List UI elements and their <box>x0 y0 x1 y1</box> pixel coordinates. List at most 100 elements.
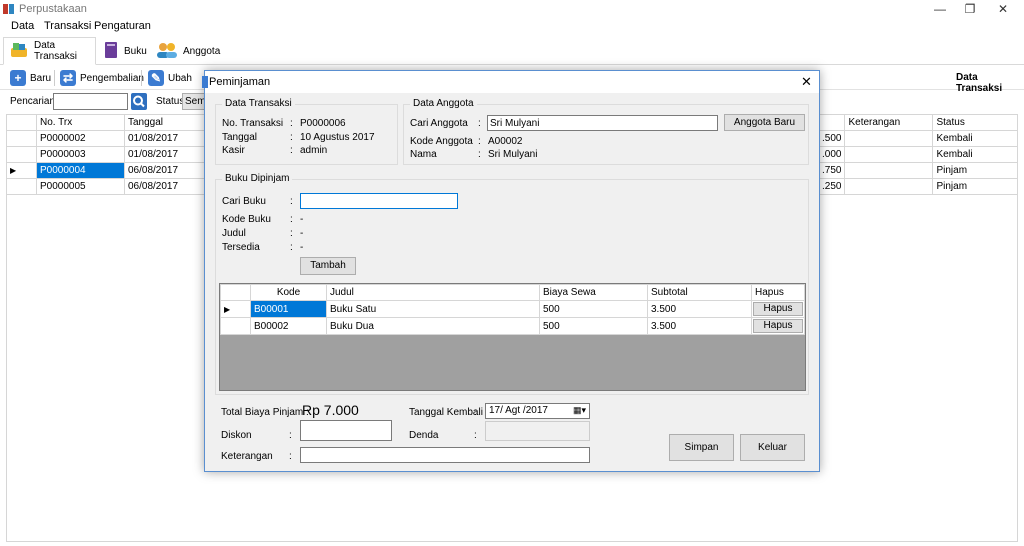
hapus-button[interactable]: Hapus <box>753 319 803 333</box>
col-no-trx[interactable]: No. Trx <box>36 114 125 131</box>
table-row[interactable]: .750 Pinjam <box>817 162 1018 179</box>
calendar-icon[interactable]: ▦▾ <box>573 405 586 416</box>
return-icon: ⇄ <box>60 70 76 86</box>
table-row[interactable]: B00002 Buku Dua 500 3.500 Hapus <box>220 317 805 335</box>
search-icon[interactable] <box>131 93 147 110</box>
keluar-button[interactable]: Keluar <box>740 434 805 461</box>
cell-tanggal[interactable]: 06/08/2017 <box>124 162 206 179</box>
menu-data[interactable]: Data <box>11 20 34 32</box>
cell-kode[interactable]: B00002 <box>250 317 327 335</box>
kasir-label: Kasir <box>222 145 245 156</box>
table-row[interactable]: ▶ P0000004 06/08/2017 <box>6 162 206 179</box>
users-icon <box>156 41 178 62</box>
cell-no[interactable]: P0000004 <box>36 162 125 179</box>
close-button[interactable]: ✕ <box>988 1 1018 17</box>
table-row[interactable]: .000 Kembali <box>817 146 1018 163</box>
diskon-input[interactable] <box>300 420 392 441</box>
cell-keterangan[interactable] <box>844 146 934 163</box>
pengembalian-button[interactable]: ⇄ Pengembalian <box>60 69 144 87</box>
colon: : <box>290 132 293 143</box>
restore-button[interactable]: ❐ <box>955 1 985 17</box>
colon: : <box>289 430 292 441</box>
app-icon <box>3 3 15 15</box>
col-tanggal[interactable]: Tanggal <box>124 114 206 131</box>
col-kode[interactable]: Kode <box>250 284 327 301</box>
col-keterangan[interactable]: Keterangan <box>844 114 934 131</box>
status-label: Status <box>156 96 185 107</box>
cari-buku-input[interactable] <box>300 193 458 209</box>
baru-button[interactable]: + Baru <box>10 69 51 87</box>
cell-judul[interactable]: Buku Satu <box>326 300 540 318</box>
cell-status[interactable]: Kembali <box>932 146 1018 163</box>
cell-status[interactable]: Pinjam <box>932 162 1018 179</box>
cell-biaya[interactable]: 500 <box>539 317 648 335</box>
table-row[interactable]: ▶ B00001 Buku Satu 500 3.500 Hapus <box>220 300 805 318</box>
search-input[interactable] <box>53 93 128 110</box>
cell-kode[interactable]: B00001 <box>250 300 327 318</box>
cell-tanggal[interactable]: 01/08/2017 <box>124 130 206 147</box>
col-biaya-sewa[interactable]: Biaya Sewa <box>539 284 648 301</box>
table-row[interactable]: P0000003 01/08/2017 <box>6 146 206 163</box>
peminjaman-dialog: Peminjaman ✕ Data Transaksi No. Transaks… <box>202 70 820 472</box>
keterangan-input[interactable] <box>300 447 590 463</box>
minimize-button[interactable]: — <box>925 1 955 17</box>
simpan-button[interactable]: Simpan <box>669 434 734 461</box>
buku-grid: Kode Judul Biaya Sewa Subtotal Hapus ▶ B… <box>219 283 806 391</box>
col-biaya[interactable] <box>817 114 846 131</box>
table-row[interactable]: .500 Kembali <box>817 130 1018 147</box>
cell-biaya[interactable]: .000 <box>817 146 846 163</box>
cari-anggota-input[interactable] <box>487 115 718 131</box>
col-subtotal[interactable]: Subtotal <box>647 284 752 301</box>
tab-data-transaksi[interactable]: Data Transaksi <box>3 37 96 65</box>
cell-biaya[interactable]: 500 <box>539 300 648 318</box>
cell-judul[interactable]: Buku Dua <box>326 317 540 335</box>
cell-biaya[interactable]: .500 <box>817 130 846 147</box>
ubah-button[interactable]: ✎ Ubah <box>148 69 192 87</box>
hapus-button[interactable]: Hapus <box>753 302 803 316</box>
col-judul[interactable]: Judul <box>326 284 540 301</box>
tambah-button[interactable]: Tambah <box>300 257 356 275</box>
judul-value: - <box>300 228 304 239</box>
col-status[interactable]: Status <box>932 114 1018 131</box>
group-title: Buku Dipinjam <box>222 173 293 184</box>
cell-no[interactable]: P0000003 <box>36 146 125 163</box>
page-title: Data Transaksi <box>956 72 1003 94</box>
cell-biaya[interactable]: .250 <box>817 178 846 195</box>
dialog-close-button[interactable]: ✕ <box>801 74 812 90</box>
cell-status[interactable]: Kembali <box>932 130 1018 147</box>
tanggal-kembali-label: Tanggal Kembali <box>409 407 483 418</box>
dialog-icon <box>202 76 208 88</box>
cell-keterangan[interactable] <box>844 162 934 179</box>
cari-anggota-label: Cari Anggota <box>410 118 468 129</box>
table-row[interactable]: P0000005 06/08/2017 <box>6 178 206 195</box>
tanggal-kembali-datepicker[interactable]: 17/ Agt /2017 ▦▾ <box>485 403 590 419</box>
cell-biaya[interactable]: .750 <box>817 162 846 179</box>
tab-buku[interactable]: Buku <box>98 37 150 65</box>
colon: : <box>290 118 293 129</box>
title-bar: Perpustakaan — ❐ ✕ <box>0 0 1024 18</box>
table-row[interactable]: P0000002 01/08/2017 <box>6 130 206 147</box>
cell-status[interactable]: Pinjam <box>932 178 1018 195</box>
tab-anggota[interactable]: Anggota <box>151 37 221 65</box>
status-select[interactable]: Sem <box>182 93 206 110</box>
cell-tanggal[interactable]: 06/08/2017 <box>124 178 206 195</box>
toolbar-separator <box>141 70 142 86</box>
cell-subtotal[interactable]: 3.500 <box>647 317 752 335</box>
no-transaksi-label: No. Transaksi <box>222 118 284 129</box>
table-row[interactable]: .250 Pinjam <box>817 178 1018 195</box>
judul-label: Judul <box>222 228 246 239</box>
menu-transaksi[interactable]: Transaksi <box>44 20 91 32</box>
menu-pengaturan[interactable]: Pengaturan <box>94 20 151 32</box>
cell-no[interactable]: P0000002 <box>36 130 125 147</box>
cell-no[interactable]: P0000005 <box>36 178 125 195</box>
cell-keterangan[interactable] <box>844 178 934 195</box>
cell-subtotal[interactable]: 3.500 <box>647 300 752 318</box>
tab-label: Buku <box>124 45 147 57</box>
total-biaya-label: Total Biaya Pinjam : <box>221 407 309 418</box>
tab-label: Anggota <box>183 45 221 57</box>
cell-keterangan[interactable] <box>844 130 934 147</box>
anggota-baru-button[interactable]: Anggota Baru <box>724 114 805 131</box>
cell-tanggal[interactable]: 01/08/2017 <box>124 146 206 163</box>
col-hapus[interactable]: Hapus <box>751 284 805 301</box>
colon: : <box>290 228 293 239</box>
